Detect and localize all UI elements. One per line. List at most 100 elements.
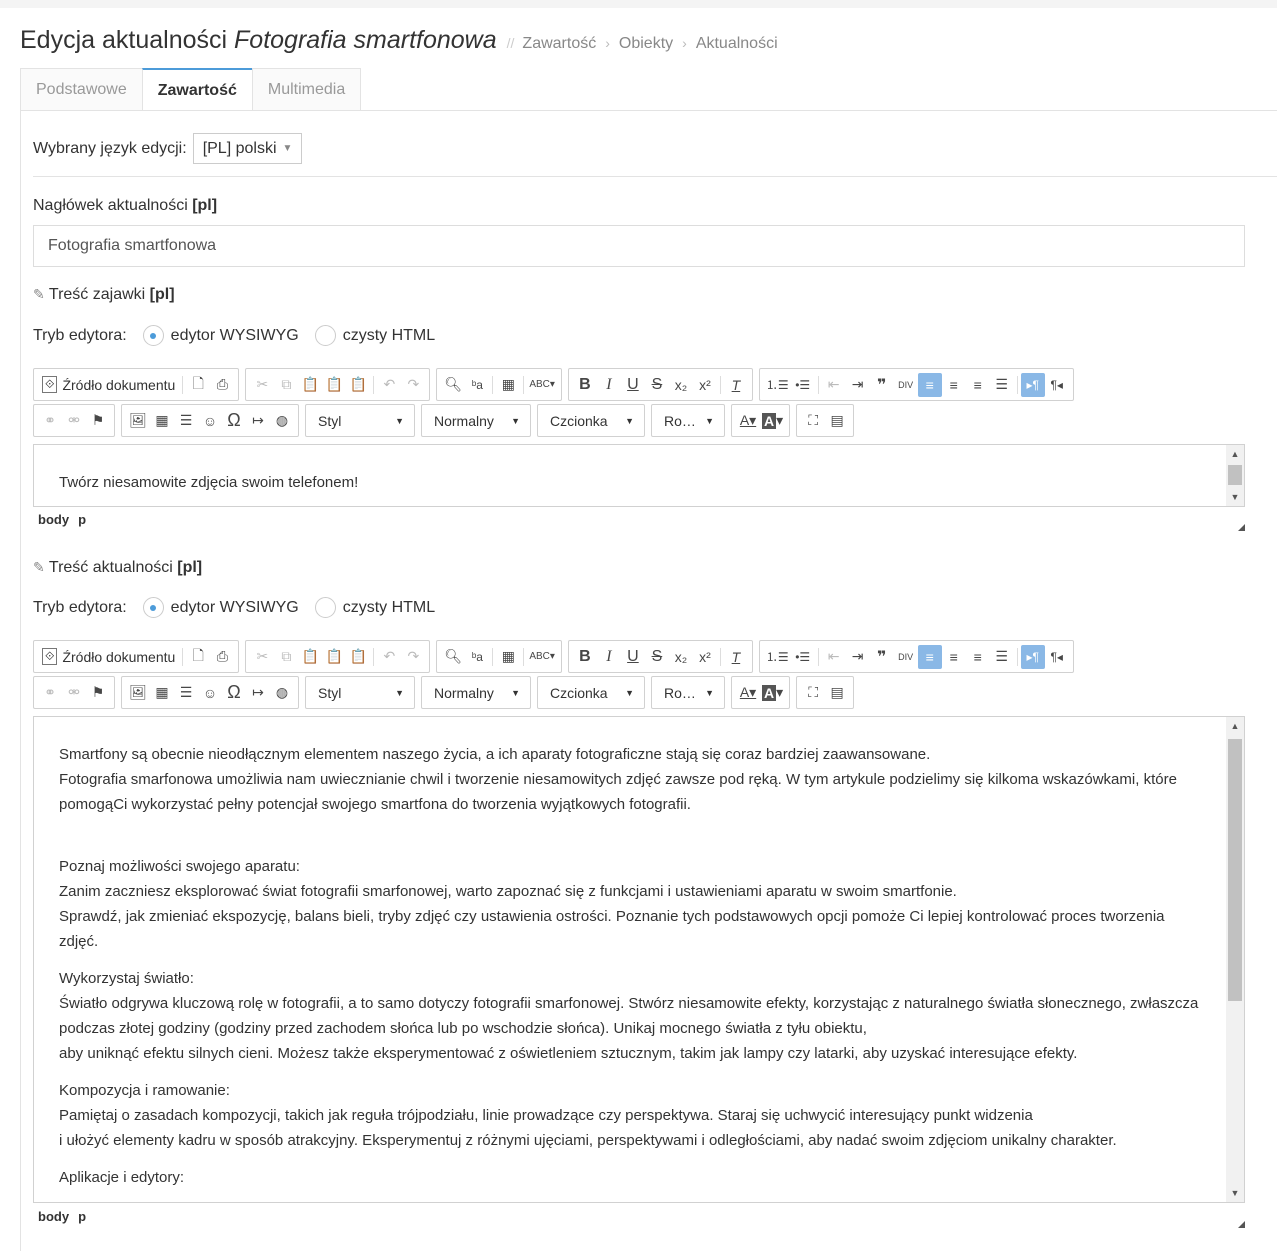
ltr-icon[interactable]: ▸¶ [1020,372,1045,397]
page-break-icon[interactable]: ↦ [246,681,270,705]
mode-html-label[interactable]: czysty HTML [343,599,435,617]
body-paragraph[interactable]: Kompozycja i ramowanie: Pamiętaj o zasada… [59,1078,1204,1153]
undo-icon[interactable]: ↶ [377,645,401,669]
paste-text-icon[interactable]: 📋 [322,373,346,397]
lead-scrollbar[interactable]: ▲ ▼ [1226,445,1244,506]
scroll-down-icon[interactable]: ▼ [1226,488,1244,506]
bold-icon[interactable]: B [573,373,597,397]
image-icon[interactable]: 🖼︎ [126,681,150,705]
paste-icon[interactable]: 📋 [298,645,322,669]
italic-icon[interactable]: I [597,645,621,669]
underline-icon[interactable]: U [621,645,645,669]
numbered-list-icon[interactable]: ⒈☰ [764,645,791,669]
cut-icon[interactable]: ✂ [250,645,274,669]
body-editor[interactable]: Smartfony są obecnie nieodłącznym elemen… [33,716,1245,1203]
iframe-globe-icon[interactable]: ◍ [270,409,294,433]
bulleted-list-icon[interactable]: •☰ [791,373,815,397]
remove-format-icon[interactable]: T [724,373,748,397]
undo-icon[interactable]: ↶ [377,373,401,397]
radio-html[interactable] [314,597,336,618]
headline-input[interactable]: Fotografia smartfonowa [33,225,1245,267]
paste-word-icon[interactable]: 📋 [346,645,370,669]
source-button[interactable]: ⟐ Źródło dokumentu [38,373,179,397]
tab-podstawowe[interactable]: Podstawowe [20,68,143,111]
bold-icon[interactable]: B [573,645,597,669]
body-paragraph[interactable]: Poznaj możliwości swojego aparatu: Zanim … [59,854,1204,954]
show-blocks-icon[interactable]: ▤ [825,409,849,433]
scroll-down-icon[interactable]: ▼ [1226,1184,1244,1202]
align-left-icon[interactable]: ≡ [917,372,942,397]
select-all-icon[interactable]: ▦ [496,373,520,397]
resize-handle-icon[interactable] [1238,524,1245,531]
size-combo[interactable]: Ro… ▼ [651,404,725,437]
horizontal-rule-icon[interactable]: ☰ [174,681,198,705]
scroll-thumb[interactable] [1228,739,1242,1001]
table-icon[interactable]: ▦ [150,681,174,705]
align-justify-icon[interactable]: ☰ [990,645,1014,669]
path-p[interactable]: p [78,512,86,527]
align-left-icon[interactable]: ≡ [917,644,942,669]
image-icon[interactable]: 🖼︎ [126,409,150,433]
div-container-icon[interactable]: DIV [894,373,918,397]
find-icon[interactable]: 🔍︎ [441,373,465,397]
subscript-icon[interactable]: x₂ [669,373,693,397]
select-all-icon[interactable]: ▦ [496,645,520,669]
rtl-icon[interactable]: ¶◂ [1045,645,1069,669]
body-content[interactable]: Smartfony są obecnie nieodłącznym elemen… [59,742,1204,1202]
remove-format-icon[interactable]: T [724,645,748,669]
strike-icon[interactable]: S [645,645,669,669]
spellcheck-icon[interactable]: ABC▾ [527,645,557,669]
outdent-icon[interactable]: ⇤ [822,373,846,397]
underline-icon[interactable]: U [621,373,645,397]
path-body[interactable]: body [38,1209,69,1224]
page-break-icon[interactable]: ↦ [246,409,270,433]
anchor-flag-icon[interactable]: ⚑ [86,681,110,705]
body-paragraph[interactable]: Smartfony są obecnie nieodłącznym elemen… [59,742,1204,817]
scroll-thumb[interactable] [1228,465,1242,485]
blockquote-icon[interactable]: ❞ [870,373,894,397]
strike-icon[interactable]: S [645,373,669,397]
align-right-icon[interactable]: ≡ [966,645,990,669]
text-color-icon[interactable]: A▾ [736,409,760,433]
tab-zawartosc[interactable]: Zawartość [141,68,253,111]
unlink-icon[interactable]: ⚮ [62,681,86,705]
maximize-icon[interactable]: ⛶ [801,681,825,705]
link-icon[interactable]: ⚭ [38,681,62,705]
ltr-icon[interactable]: ▸¶ [1020,644,1045,669]
smiley-icon[interactable]: ☺ [198,681,222,705]
cut-icon[interactable]: ✂ [250,373,274,397]
replace-icon[interactable]: ᵇa [465,373,489,397]
font-combo[interactable]: Czcionka ▼ [537,676,645,709]
body-paragraph[interactable]: Wykorzystaj światło: Światło odgrywa kluc… [59,966,1204,1066]
bulleted-list-icon[interactable]: •☰ [791,645,815,669]
resize-handle-icon[interactable] [1238,1221,1245,1228]
copy-icon[interactable]: ⧉ [274,373,298,397]
mode-wysiwyg-label[interactable]: edytor WYSIWYG [171,599,299,617]
subscript-icon[interactable]: x₂ [669,645,693,669]
horizontal-rule-icon[interactable]: ☰ [174,409,198,433]
table-icon[interactable]: ▦ [150,409,174,433]
font-combo[interactable]: Czcionka ▼ [537,404,645,437]
mode-wysiwyg-label[interactable]: edytor WYSIWYG [171,327,299,345]
align-center-icon[interactable]: ≡ [942,373,966,397]
paste-text-icon[interactable]: 📋 [322,645,346,669]
path-body[interactable]: body [38,512,69,527]
superscript-icon[interactable]: x² [693,373,717,397]
copy-icon[interactable]: ⧉ [274,645,298,669]
indent-icon[interactable]: ⇥ [846,373,870,397]
indent-icon[interactable]: ⇥ [846,645,870,669]
radio-wysiwyg[interactable] [142,325,164,346]
breadcrumb-aktualnosci[interactable]: Aktualności [696,35,778,53]
style-combo[interactable]: Styl ▼ [305,404,415,437]
print-icon[interactable]: ⎙ [210,645,234,669]
scroll-up-icon[interactable]: ▲ [1226,445,1244,463]
lead-editor[interactable]: Twórz niesamowite zdjęcia swoim telefone… [33,444,1245,507]
breadcrumb-obiekty[interactable]: Obiekty [619,35,673,53]
scroll-up-icon[interactable]: ▲ [1226,717,1244,735]
align-right-icon[interactable]: ≡ [966,373,990,397]
style-combo[interactable]: Styl ▼ [305,676,415,709]
maximize-icon[interactable]: ⛶ [801,409,825,433]
paste-icon[interactable]: 📋 [298,373,322,397]
numbered-list-icon[interactable]: ⒈☰ [764,373,791,397]
body-paragraph[interactable]: Aplikacje i edytory: [59,1165,1204,1190]
